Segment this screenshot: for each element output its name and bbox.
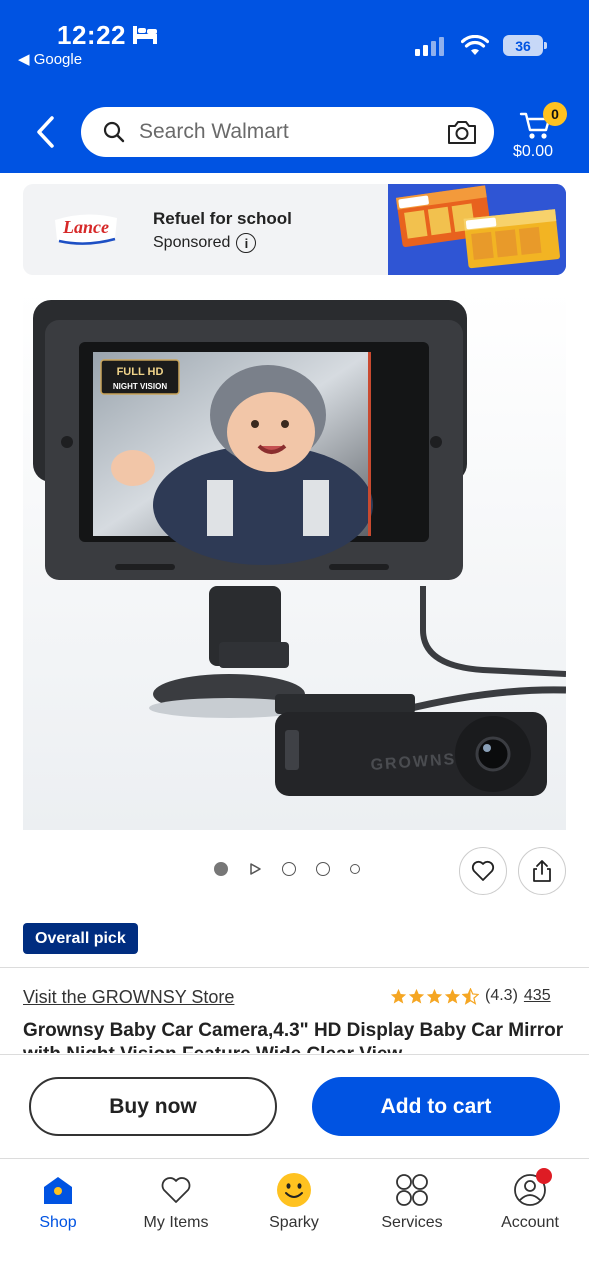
sponsored-label-row: Sponsored i <box>153 233 257 253</box>
buy-now-button[interactable]: Buy now <box>29 1077 277 1136</box>
tab-my-items[interactable]: My Items <box>126 1172 226 1232</box>
share-icon <box>533 860 551 882</box>
tab-label: Account <box>501 1214 559 1231</box>
rating-summary[interactable]: (4.3) 435 <box>390 987 551 1005</box>
tab-label: Shop <box>39 1214 77 1231</box>
carousel-dot[interactable] <box>316 862 330 876</box>
bottom-tab-bar: Shop My Items Sparky Services Account <box>0 1158 589 1280</box>
camera-search-icon[interactable] <box>446 118 478 146</box>
tab-label: Services <box>381 1214 443 1231</box>
tab-label: Sparky <box>269 1214 319 1231</box>
cart-count-badge: 0 <box>543 102 567 126</box>
sparky-icon <box>277 1173 311 1207</box>
tab-label: My Items <box>143 1214 209 1231</box>
cart-total: $0.00 <box>513 143 554 160</box>
overall-pick-badge: Overall pick <box>23 923 138 954</box>
carousel-dot[interactable] <box>350 864 360 874</box>
section-divider <box>0 967 589 968</box>
star-icon <box>408 988 425 1004</box>
video-play-icon[interactable] <box>248 862 262 876</box>
product-title: Grownsy Baby Car Camera,4.3" HD Display … <box>23 1020 564 1053</box>
sponsored-label: Sponsored <box>153 234 231 251</box>
back-arrow-icon[interactable] <box>30 112 62 152</box>
wifi-icon <box>461 35 489 55</box>
star-icon <box>426 988 443 1004</box>
screen-badge-night-vision: NIGHT VISION <box>113 382 167 391</box>
info-icon[interactable]: i <box>236 233 257 253</box>
tab-account[interactable]: Account <box>480 1168 580 1232</box>
tab-shop[interactable]: Shop <box>8 1172 108 1232</box>
snack-boxes-image <box>388 184 566 275</box>
heart-icon <box>161 1177 191 1203</box>
back-to-app-link[interactable]: ◀ Google <box>18 50 82 68</box>
star-icon <box>444 988 461 1004</box>
share-button[interactable] <box>518 847 566 895</box>
svg-text:Lance: Lance <box>62 217 109 237</box>
tab-services[interactable]: Services <box>362 1172 462 1232</box>
favorite-button[interactable] <box>459 847 507 895</box>
lance-logo: Lance <box>55 214 117 245</box>
sleep-focus-icon <box>133 26 157 44</box>
heart-icon <box>471 860 495 881</box>
star-icon <box>390 988 407 1004</box>
search-bar[interactable]: Search Walmart <box>81 107 494 157</box>
app-header: 12:22 ◀ Google 36 Search Walmart 0 $0.00 <box>0 0 589 173</box>
notification-dot <box>536 1168 552 1184</box>
cart-button[interactable]: 0 $0.00 <box>513 100 573 166</box>
rating-stars <box>390 987 479 1005</box>
search-icon <box>103 121 125 143</box>
carousel-dot-active[interactable] <box>214 862 228 876</box>
product-image[interactable]: FULL HD NIGHT VISION GROWNSY <box>23 290 567 830</box>
visit-store-link[interactable]: Visit the GROWNSY Store <box>23 987 234 1008</box>
rating-value: (4.3) <box>485 987 518 1004</box>
purchase-actions: Buy now Add to cart <box>0 1054 589 1158</box>
services-icon <box>396 1174 428 1206</box>
tab-sparky[interactable]: Sparky <box>244 1172 344 1232</box>
sponsored-banner[interactable]: Lance Refuel for school Sponsored i <box>23 184 566 275</box>
review-count-link[interactable]: 435 <box>524 987 551 1005</box>
status-time: 12:22 <box>57 20 126 50</box>
carousel-indicators <box>214 862 360 876</box>
banner-title: Refuel for school <box>153 209 292 228</box>
screen-badge-full-hd: FULL HD <box>117 366 164 378</box>
shop-icon <box>44 1177 72 1204</box>
battery-indicator: 36 <box>503 35 547 56</box>
search-placeholder: Search Walmart <box>139 120 289 143</box>
star-half-icon <box>462 987 479 1005</box>
status-icons: 36 <box>415 35 547 56</box>
add-to-cart-button[interactable]: Add to cart <box>312 1077 560 1136</box>
carousel-dot[interactable] <box>282 862 296 876</box>
signal-icon <box>415 36 444 56</box>
